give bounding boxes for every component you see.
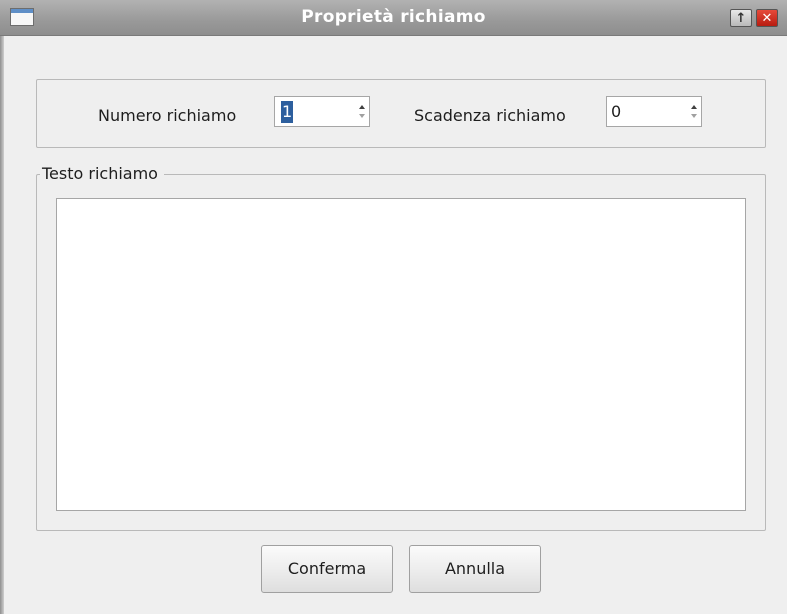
confirm-button[interactable]: Conferma — [261, 545, 393, 593]
window-border — [0, 36, 4, 614]
spin-up-icon[interactable] — [359, 105, 365, 109]
scadenza-richiamo-spinbox[interactable]: 0 — [606, 96, 702, 127]
close-icon: ✕ — [761, 10, 773, 26]
spin-down-icon[interactable] — [691, 114, 697, 118]
scadenza-richiamo-label: Scadenza richiamo — [414, 106, 566, 125]
numero-richiamo-value[interactable]: 1 — [281, 101, 294, 123]
numero-richiamo-label: Numero richiamo — [98, 106, 237, 125]
testo-richiamo-textarea[interactable] — [56, 198, 746, 511]
cancel-button[interactable]: Annulla — [409, 545, 541, 593]
text-group-title: Testo richiamo — [40, 161, 164, 187]
restore-button[interactable]: ↑ — [730, 9, 752, 27]
spin-down-icon[interactable] — [359, 114, 365, 118]
spin-arrows[interactable] — [355, 97, 369, 126]
dialog-window: Proprietà richiamo ↑ ✕ Numero richiamo 1… — [0, 0, 787, 614]
arrow-up-icon: ↑ — [735, 10, 747, 26]
close-button[interactable]: ✕ — [756, 9, 778, 27]
title-bar[interactable]: Proprietà richiamo ↑ ✕ — [0, 0, 787, 36]
spin-arrows[interactable] — [687, 97, 701, 126]
window-title: Proprietà richiamo — [301, 7, 486, 27]
numero-richiamo-spinbox[interactable]: 1 — [274, 96, 370, 127]
scadenza-richiamo-value[interactable]: 0 — [611, 101, 621, 123]
spin-up-icon[interactable] — [691, 105, 697, 109]
